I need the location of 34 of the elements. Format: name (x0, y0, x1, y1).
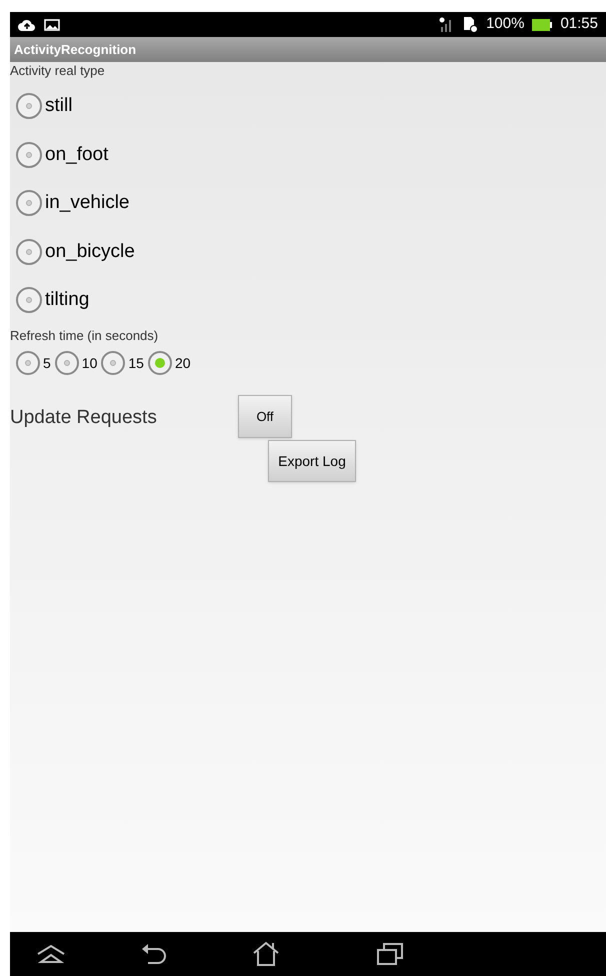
section-label: Refresh time (in seconds) (10, 326, 160, 345)
chevron-up-icon[interactable] (36, 944, 66, 964)
app-title: ActivityRecognition (14, 40, 136, 59)
update-requests-label: Update Requests (10, 406, 158, 430)
section-label: Activity real type (10, 63, 106, 79)
cloud-upload-icon (18, 18, 36, 32)
radio-label: 20 (174, 354, 191, 372)
recent-apps-icon[interactable] (376, 942, 404, 966)
radio-label: 10 (82, 354, 98, 372)
home-icon[interactable] (252, 941, 280, 967)
export-log-button[interactable]: Export Log (268, 440, 356, 482)
radio-button[interactable] (148, 351, 172, 375)
battery-icon (532, 18, 552, 30)
radio-button[interactable] (16, 190, 42, 216)
radio-label: on_bicycle (45, 240, 135, 264)
radio-label: 15 (128, 354, 144, 372)
radio-button[interactable] (16, 238, 42, 265)
radio-button[interactable] (16, 142, 42, 168)
radio-label: 5 (43, 354, 51, 372)
radio-button[interactable] (16, 351, 40, 375)
radio-button[interactable] (16, 93, 42, 120)
radio-label: tilting (45, 288, 90, 312)
battery-percent: 100% (486, 14, 524, 34)
image-icon (44, 18, 60, 30)
radio-button[interactable] (101, 351, 126, 375)
radio-button[interactable] (54, 351, 79, 375)
radio-label: on_foot (45, 142, 108, 166)
radio-label: in_vehicle (45, 191, 130, 215)
toggle-button[interactable]: Off (238, 395, 292, 438)
sd-card-icon (462, 16, 478, 33)
radio-button[interactable] (16, 287, 42, 314)
radio-label: still (45, 94, 72, 118)
back-icon[interactable] (140, 942, 168, 966)
clock: 01:55 (560, 14, 598, 34)
